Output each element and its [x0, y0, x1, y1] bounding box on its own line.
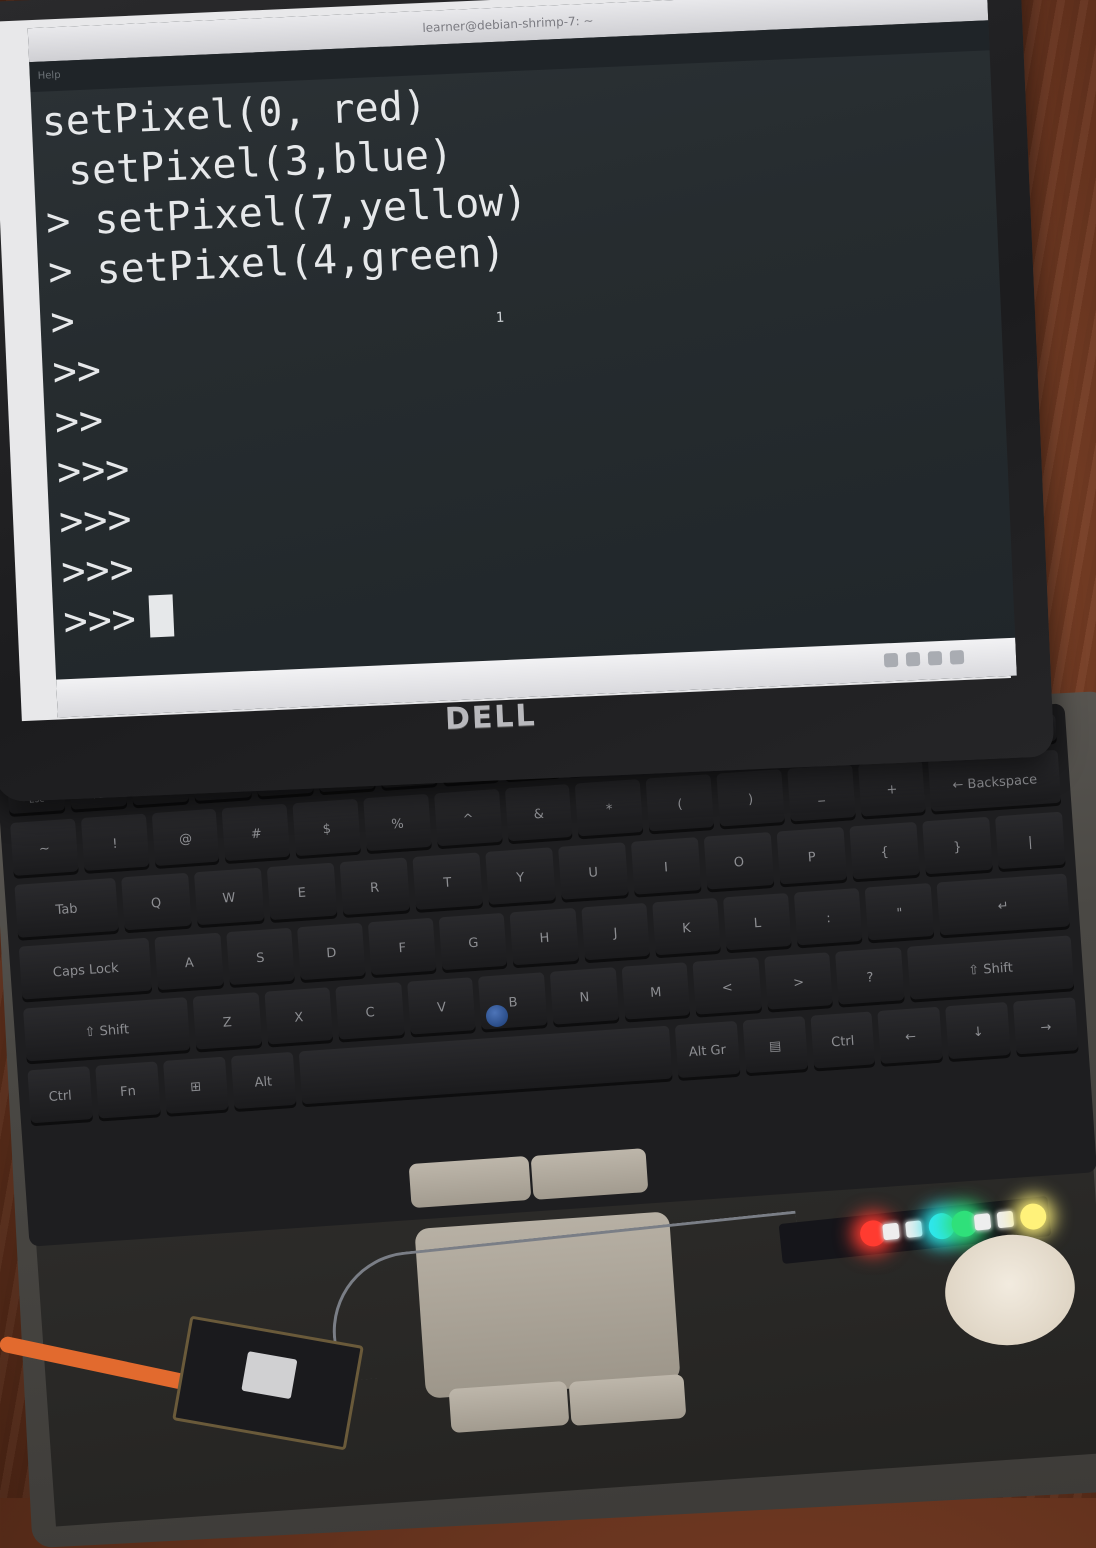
key-alt[interactable]: Alt: [230, 1051, 297, 1113]
key-w[interactable]: W: [193, 867, 265, 929]
screen-frame: learner@debian-shrimp-7: ~ Help setPixel…: [0, 0, 1017, 722]
key-u[interactable]: U: [557, 842, 629, 903]
system-tray[interactable]: [883, 648, 1005, 671]
key-symbol[interactable]: {: [849, 821, 921, 883]
key-symbol[interactable]: ⊞: [162, 1056, 229, 1117]
key-symbol[interactable]: &: [504, 783, 574, 845]
key-i[interactable]: I: [630, 837, 702, 898]
laptop-lid: learner@debian-shrimp-7: ~ Help setPixel…: [0, 0, 1055, 803]
dell-logo: DELL: [444, 698, 538, 737]
tray-icon[interactable]: [905, 651, 921, 667]
key-t[interactable]: T: [412, 852, 483, 913]
key-alt-gr[interactable]: Alt Gr: [674, 1020, 741, 1082]
key-shift[interactable]: ⇧ Shift: [23, 997, 191, 1065]
tray-icon[interactable]: [883, 652, 899, 668]
key-o[interactable]: O: [703, 832, 775, 893]
key-c[interactable]: C: [335, 982, 405, 1043]
led-pixel-1: [882, 1222, 900, 1241]
key-symbol[interactable]: ←: [877, 1006, 944, 1067]
key-symbol[interactable]: ↓: [945, 1001, 1012, 1063]
key-ctrl[interactable]: Ctrl: [809, 1011, 876, 1072]
touchpad-top-left-button[interactable]: [408, 1155, 532, 1209]
terminal-screen[interactable]: learner@debian-shrimp-7: ~ Help setPixel…: [27, 0, 1017, 718]
taskbar[interactable]: [56, 637, 1017, 718]
led-pixel-5: [973, 1213, 992, 1231]
key-symbol[interactable]: ": [865, 883, 935, 944]
tray-icon[interactable]: [927, 650, 943, 666]
key-symbol[interactable]: #: [221, 803, 291, 865]
touchpad-bottom-right-button[interactable]: [568, 1374, 687, 1426]
led-pixel-7: [1018, 1202, 1048, 1231]
key-symbol[interactable]: +: [857, 759, 927, 820]
key-g[interactable]: G: [438, 912, 508, 974]
key-e[interactable]: E: [266, 862, 338, 924]
key-symbol[interactable]: >: [764, 952, 834, 1013]
key-symbol[interactable]: ): [716, 769, 785, 830]
key-r[interactable]: R: [339, 857, 411, 919]
key-symbol[interactable]: *: [575, 779, 644, 840]
key-symbol[interactable]: }: [922, 816, 993, 878]
key-symbol[interactable]: ^: [433, 788, 503, 850]
stray-character: 1: [495, 309, 505, 327]
key-a[interactable]: A: [154, 932, 224, 994]
key-f[interactable]: F: [367, 917, 437, 979]
key-k[interactable]: K: [652, 897, 721, 959]
key-symbol[interactable]: |: [994, 811, 1066, 873]
key-h[interactable]: H: [509, 907, 579, 969]
led-pixel-2: [905, 1220, 923, 1238]
key-symbol[interactable]: @: [151, 808, 220, 870]
key-symbol[interactable]: (: [645, 774, 715, 835]
console-output[interactable]: setPixel(0, red) setPixel(3,blue) > setPi…: [41, 57, 1004, 647]
key-symbol[interactable]: _: [786, 764, 856, 825]
key-x[interactable]: X: [264, 987, 334, 1048]
key-tab[interactable]: Tab: [14, 877, 119, 941]
key-v[interactable]: V: [406, 977, 477, 1038]
key-symbol[interactable]: ▤: [742, 1016, 808, 1077]
key-q[interactable]: Q: [120, 872, 192, 934]
key-p[interactable]: P: [776, 826, 848, 888]
key-symbol[interactable]: <: [692, 957, 762, 1018]
key-n[interactable]: N: [549, 967, 620, 1028]
key-shift[interactable]: ⇧ Shift: [906, 935, 1075, 1003]
key-symbol[interactable]: $: [292, 798, 362, 860]
key-fn[interactable]: Fn: [95, 1061, 161, 1122]
trackpoint[interactable]: [486, 1005, 508, 1027]
touchpad-bottom-left-button[interactable]: [448, 1380, 570, 1434]
key-symbol[interactable]: !: [80, 813, 150, 875]
key-symbol[interactable]: →: [1013, 997, 1079, 1058]
wifi-module: [241, 1351, 298, 1400]
tray-icon[interactable]: [949, 649, 965, 665]
key-l[interactable]: L: [723, 892, 793, 954]
key-ctrl[interactable]: Ctrl: [27, 1066, 94, 1127]
touchpad-top-right-button[interactable]: [530, 1148, 649, 1200]
key-s[interactable]: S: [225, 927, 295, 989]
led-pixel-6: [996, 1210, 1015, 1229]
key-caps-lock[interactable]: Caps Lock: [18, 937, 153, 1003]
key-symbol[interactable]: ?: [835, 947, 905, 1008]
key-z[interactable]: Z: [192, 992, 262, 1053]
key-j[interactable]: J: [580, 902, 650, 964]
key-symbol[interactable]: %: [363, 793, 432, 855]
key-d[interactable]: D: [296, 922, 366, 984]
key-symbol[interactable]: ~: [10, 818, 79, 879]
key-m[interactable]: M: [621, 962, 691, 1023]
key-symbol[interactable]: ↵: [936, 873, 1071, 939]
key-y[interactable]: Y: [484, 847, 556, 908]
key-symbol[interactable]: :: [794, 888, 864, 949]
text-cursor: [148, 594, 175, 638]
